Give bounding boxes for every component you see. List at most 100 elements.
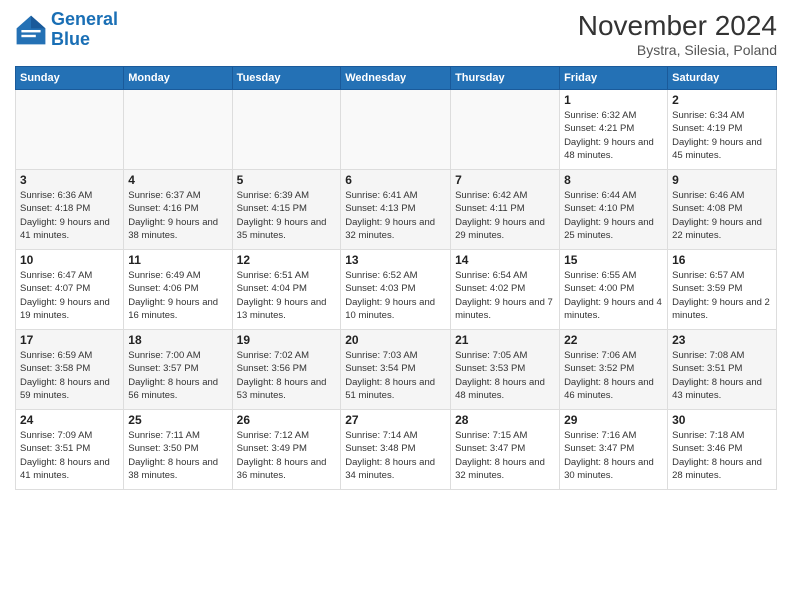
- week-row-5: 24 Sunrise: 7:09 AM Sunset: 3:51 PM Dayl…: [16, 410, 777, 490]
- week-row-2: 3 Sunrise: 6:36 AM Sunset: 4:18 PM Dayli…: [16, 170, 777, 250]
- day-info: Sunrise: 6:41 AM Sunset: 4:13 PM Dayligh…: [345, 189, 446, 242]
- daylight-text: Daylight: 8 hours and 56 minutes.: [128, 377, 218, 401]
- sunrise-text: Sunrise: 7:05 AM: [455, 350, 527, 361]
- sunrise-text: Sunrise: 6:59 AM: [20, 350, 92, 361]
- sunset-text: Sunset: 4:08 PM: [672, 203, 742, 214]
- sunset-text: Sunset: 3:58 PM: [20, 363, 90, 374]
- page: General Blue November 2024 Bystra, Siles…: [0, 0, 792, 612]
- day-number: 25: [128, 413, 227, 427]
- sunrise-text: Sunrise: 7:11 AM: [128, 430, 200, 441]
- col-saturday: Saturday: [668, 67, 777, 90]
- day-info: Sunrise: 6:55 AM Sunset: 4:00 PM Dayligh…: [564, 269, 663, 322]
- daylight-text: Daylight: 9 hours and 10 minutes.: [345, 297, 435, 321]
- day-number: 4: [128, 173, 227, 187]
- day-number: 27: [345, 413, 446, 427]
- week-row-4: 17 Sunrise: 6:59 AM Sunset: 3:58 PM Dayl…: [16, 330, 777, 410]
- day-cell-0-6: 2 Sunrise: 6:34 AM Sunset: 4:19 PM Dayli…: [668, 90, 777, 170]
- sunset-text: Sunset: 4:03 PM: [345, 283, 415, 294]
- sunrise-text: Sunrise: 7:08 AM: [672, 350, 744, 361]
- day-cell-2-0: 10 Sunrise: 6:47 AM Sunset: 4:07 PM Dayl…: [16, 250, 124, 330]
- sunrise-text: Sunrise: 6:34 AM: [672, 110, 744, 121]
- logo-line1: General: [51, 9, 118, 29]
- day-cell-3-5: 22 Sunrise: 7:06 AM Sunset: 3:52 PM Dayl…: [560, 330, 668, 410]
- day-info: Sunrise: 6:52 AM Sunset: 4:03 PM Dayligh…: [345, 269, 446, 322]
- day-cell-3-3: 20 Sunrise: 7:03 AM Sunset: 3:54 PM Dayl…: [341, 330, 451, 410]
- day-cell-1-6: 9 Sunrise: 6:46 AM Sunset: 4:08 PM Dayli…: [668, 170, 777, 250]
- day-cell-2-5: 15 Sunrise: 6:55 AM Sunset: 4:00 PM Dayl…: [560, 250, 668, 330]
- day-cell-4-5: 29 Sunrise: 7:16 AM Sunset: 3:47 PM Dayl…: [560, 410, 668, 490]
- sunrise-text: Sunrise: 7:16 AM: [564, 430, 636, 441]
- day-info: Sunrise: 6:59 AM Sunset: 3:58 PM Dayligh…: [20, 349, 119, 402]
- day-cell-2-1: 11 Sunrise: 6:49 AM Sunset: 4:06 PM Dayl…: [124, 250, 232, 330]
- logo-icon: [15, 14, 47, 46]
- day-info: Sunrise: 7:06 AM Sunset: 3:52 PM Dayligh…: [564, 349, 663, 402]
- calendar-table: Sunday Monday Tuesday Wednesday Thursday…: [15, 66, 777, 490]
- day-info: Sunrise: 7:09 AM Sunset: 3:51 PM Dayligh…: [20, 429, 119, 482]
- daylight-text: Daylight: 9 hours and 2 minutes.: [672, 297, 770, 321]
- day-number: 14: [455, 253, 555, 267]
- daylight-text: Daylight: 9 hours and 25 minutes.: [564, 217, 654, 241]
- day-cell-0-4: [451, 90, 560, 170]
- daylight-text: Daylight: 9 hours and 35 minutes.: [237, 217, 327, 241]
- day-number: 20: [345, 333, 446, 347]
- col-monday: Monday: [124, 67, 232, 90]
- day-cell-1-5: 8 Sunrise: 6:44 AM Sunset: 4:10 PM Dayli…: [560, 170, 668, 250]
- sunrise-text: Sunrise: 6:52 AM: [345, 270, 417, 281]
- col-wednesday: Wednesday: [341, 67, 451, 90]
- day-number: 16: [672, 253, 772, 267]
- sunset-text: Sunset: 3:51 PM: [672, 363, 742, 374]
- day-info: Sunrise: 7:16 AM Sunset: 3:47 PM Dayligh…: [564, 429, 663, 482]
- sunset-text: Sunset: 4:18 PM: [20, 203, 90, 214]
- day-cell-0-1: [124, 90, 232, 170]
- daylight-text: Daylight: 9 hours and 45 minutes.: [672, 137, 762, 161]
- col-friday: Friday: [560, 67, 668, 90]
- sunset-text: Sunset: 3:54 PM: [345, 363, 415, 374]
- day-cell-3-1: 18 Sunrise: 7:00 AM Sunset: 3:57 PM Dayl…: [124, 330, 232, 410]
- daylight-text: Daylight: 8 hours and 43 minutes.: [672, 377, 762, 401]
- sunrise-text: Sunrise: 6:41 AM: [345, 190, 417, 201]
- sunrise-text: Sunrise: 6:46 AM: [672, 190, 744, 201]
- sunrise-text: Sunrise: 7:00 AM: [128, 350, 200, 361]
- sunrise-text: Sunrise: 6:42 AM: [455, 190, 527, 201]
- daylight-text: Daylight: 8 hours and 51 minutes.: [345, 377, 435, 401]
- day-cell-4-2: 26 Sunrise: 7:12 AM Sunset: 3:49 PM Dayl…: [232, 410, 341, 490]
- day-cell-2-3: 13 Sunrise: 6:52 AM Sunset: 4:03 PM Dayl…: [341, 250, 451, 330]
- day-number: 26: [237, 413, 337, 427]
- day-number: 8: [564, 173, 663, 187]
- day-info: Sunrise: 7:00 AM Sunset: 3:57 PM Dayligh…: [128, 349, 227, 402]
- day-number: 24: [20, 413, 119, 427]
- sunset-text: Sunset: 3:56 PM: [237, 363, 307, 374]
- sunset-text: Sunset: 4:21 PM: [564, 123, 634, 134]
- day-info: Sunrise: 6:47 AM Sunset: 4:07 PM Dayligh…: [20, 269, 119, 322]
- day-cell-4-1: 25 Sunrise: 7:11 AM Sunset: 3:50 PM Dayl…: [124, 410, 232, 490]
- sunset-text: Sunset: 3:53 PM: [455, 363, 525, 374]
- sunset-text: Sunset: 3:52 PM: [564, 363, 634, 374]
- day-cell-3-6: 23 Sunrise: 7:08 AM Sunset: 3:51 PM Dayl…: [668, 330, 777, 410]
- sunrise-text: Sunrise: 7:12 AM: [237, 430, 309, 441]
- week-row-3: 10 Sunrise: 6:47 AM Sunset: 4:07 PM Dayl…: [16, 250, 777, 330]
- day-info: Sunrise: 7:08 AM Sunset: 3:51 PM Dayligh…: [672, 349, 772, 402]
- sunset-text: Sunset: 4:04 PM: [237, 283, 307, 294]
- col-thursday: Thursday: [451, 67, 560, 90]
- sunset-text: Sunset: 4:11 PM: [455, 203, 525, 214]
- sunrise-text: Sunrise: 6:57 AM: [672, 270, 744, 281]
- sunset-text: Sunset: 3:59 PM: [672, 283, 742, 294]
- day-number: 18: [128, 333, 227, 347]
- sunrise-text: Sunrise: 7:09 AM: [20, 430, 92, 441]
- day-number: 28: [455, 413, 555, 427]
- day-cell-4-3: 27 Sunrise: 7:14 AM Sunset: 3:48 PM Dayl…: [341, 410, 451, 490]
- sunset-text: Sunset: 3:47 PM: [455, 443, 525, 454]
- day-number: 9: [672, 173, 772, 187]
- day-info: Sunrise: 7:03 AM Sunset: 3:54 PM Dayligh…: [345, 349, 446, 402]
- sunset-text: Sunset: 4:06 PM: [128, 283, 198, 294]
- sunrise-text: Sunrise: 6:37 AM: [128, 190, 200, 201]
- day-number: 5: [237, 173, 337, 187]
- daylight-text: Daylight: 8 hours and 41 minutes.: [20, 457, 110, 481]
- day-number: 3: [20, 173, 119, 187]
- day-number: 10: [20, 253, 119, 267]
- logo: General Blue: [15, 10, 118, 50]
- daylight-text: Daylight: 8 hours and 53 minutes.: [237, 377, 327, 401]
- daylight-text: Daylight: 8 hours and 36 minutes.: [237, 457, 327, 481]
- sunrise-text: Sunrise: 6:32 AM: [564, 110, 636, 121]
- header: General Blue November 2024 Bystra, Siles…: [15, 10, 777, 58]
